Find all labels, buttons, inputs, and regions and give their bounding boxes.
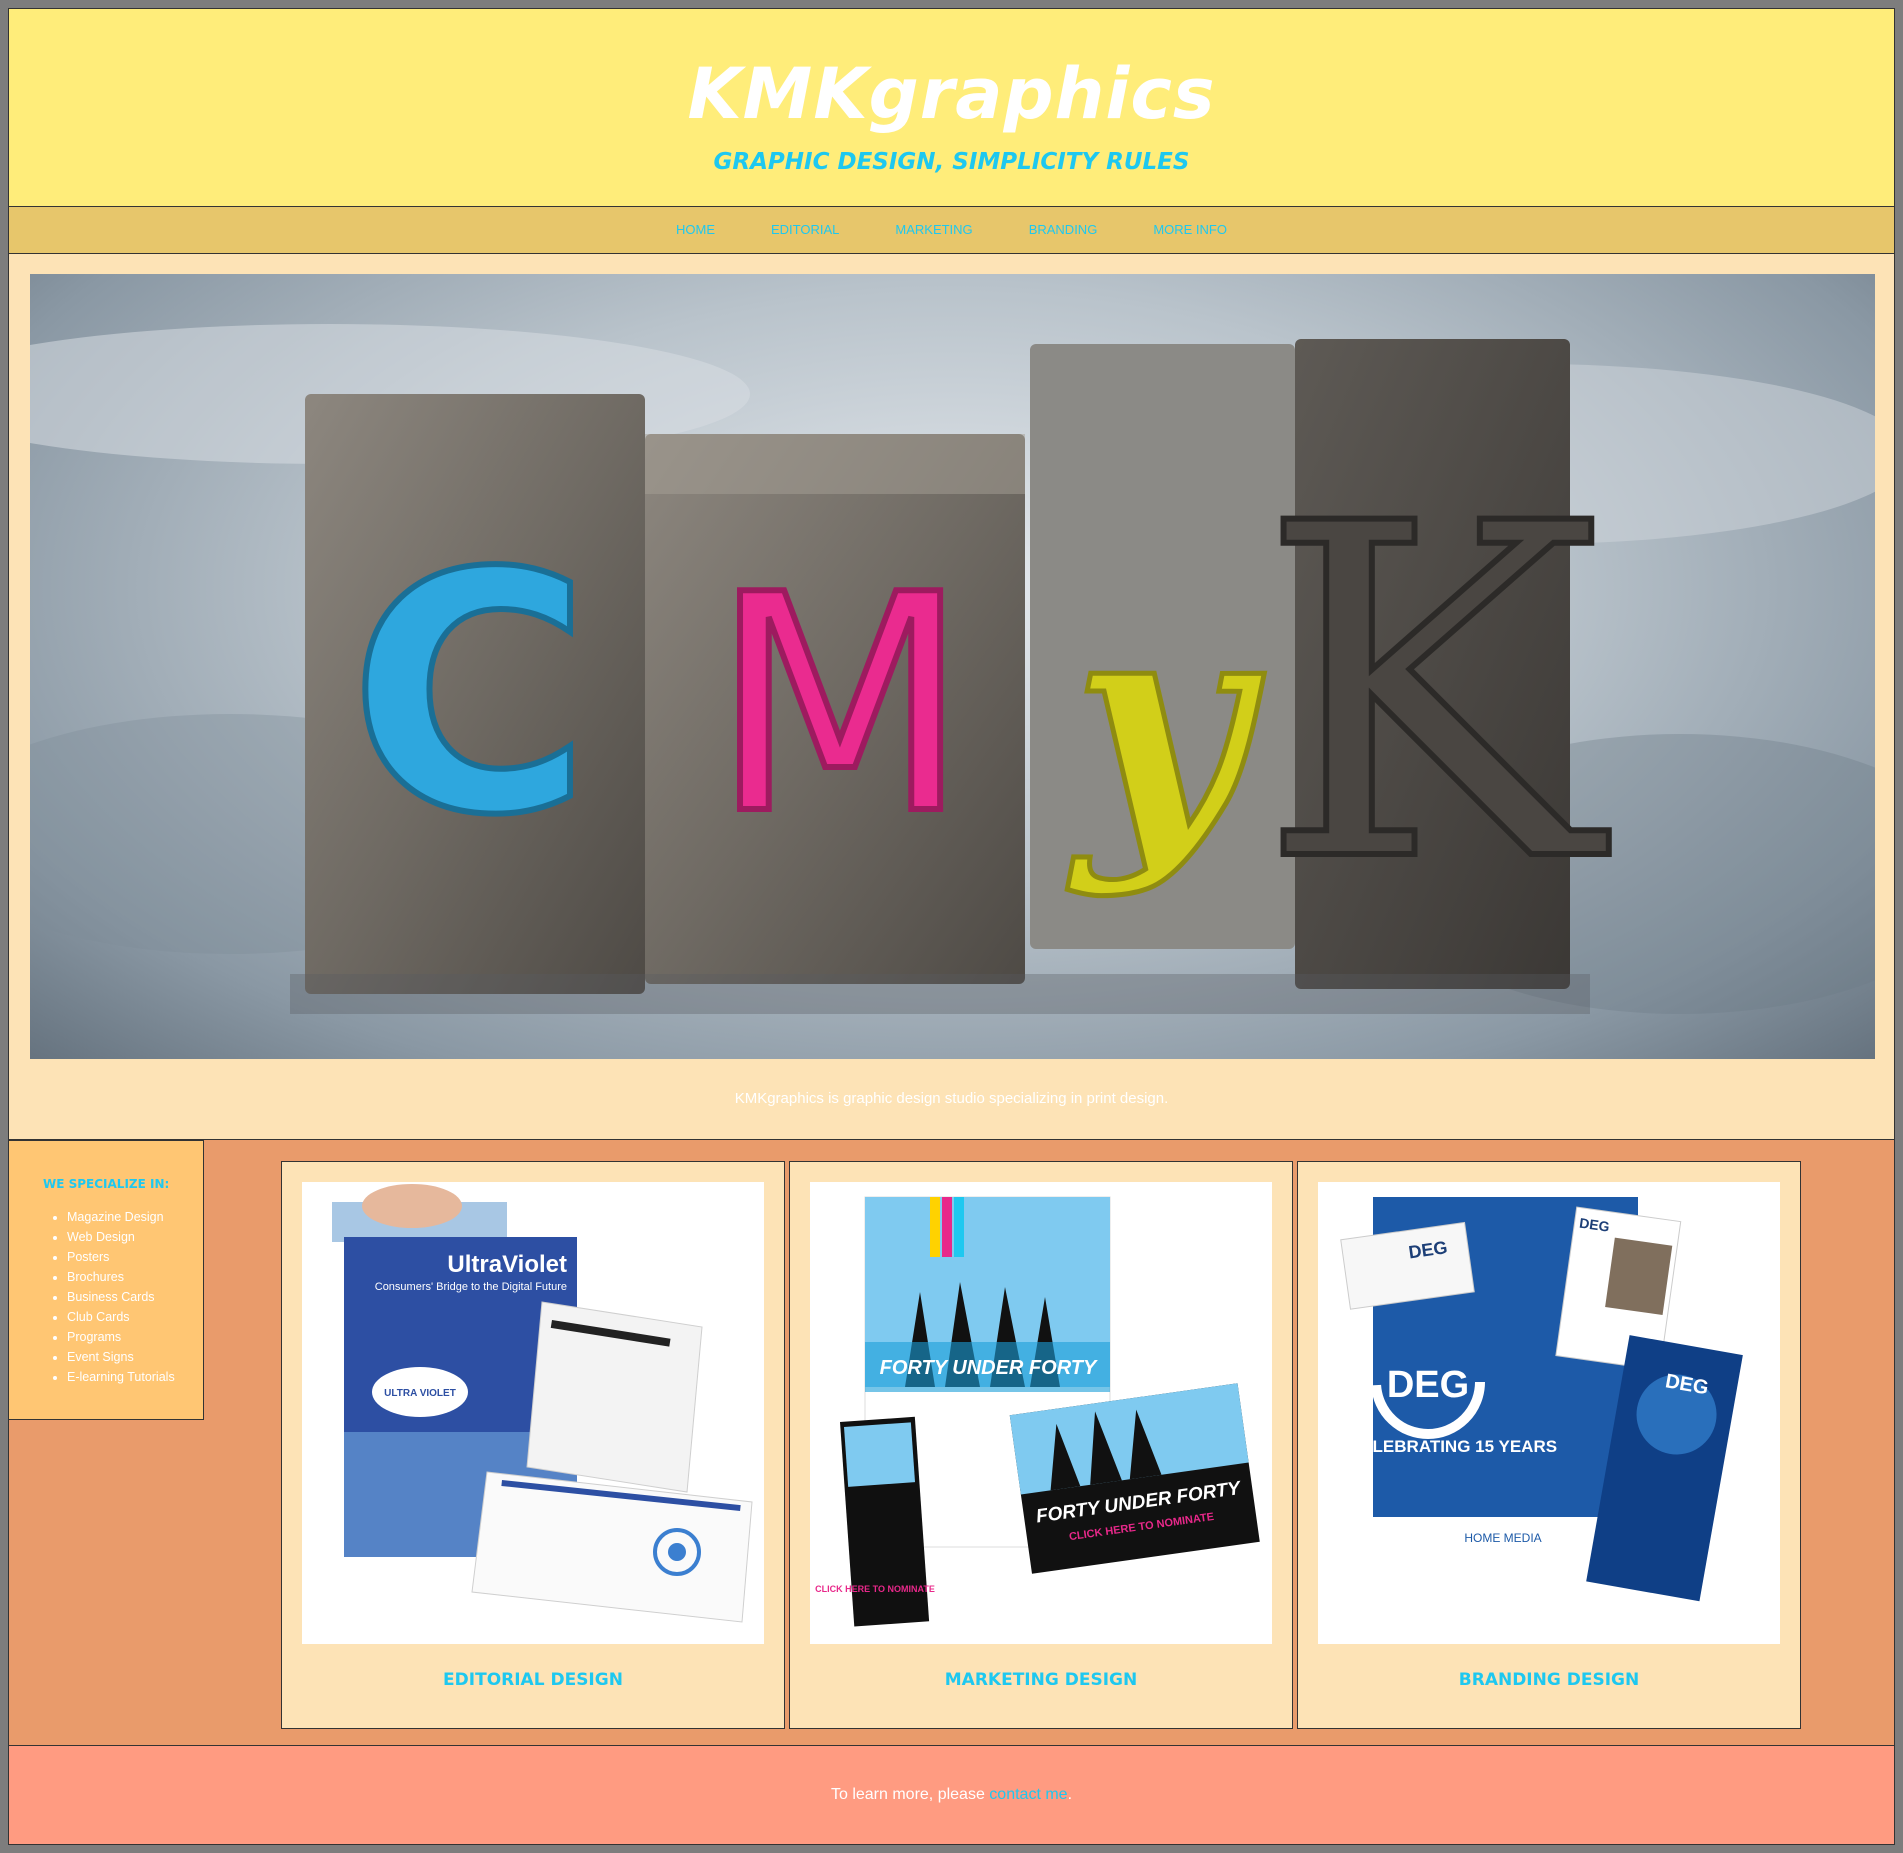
nav-branding[interactable]: BRANDING bbox=[1029, 222, 1098, 237]
editorial-subhead: Consumers' Bridge to the Digital Future bbox=[375, 1281, 567, 1293]
marketing-cta-1: CLICK HERE TO NOMINATE bbox=[815, 1584, 935, 1594]
footer-text: To learn more, please bbox=[830, 1786, 990, 1803]
branding-design-link[interactable]: BRANDING DESIGN bbox=[1298, 1670, 1800, 1690]
marketing-thumbnail[interactable]: FORTY UNDER FORTY CLICK HERE TO NOMINATE… bbox=[810, 1182, 1272, 1644]
list-item: E-learning Tutorials bbox=[67, 1367, 203, 1387]
hero-caption: KMKgraphics is graphic design studio spe… bbox=[734, 1090, 1169, 1107]
cmyk-type-blocks-illustration: C M y K bbox=[30, 324, 1875, 1014]
card-editorial: UltraViolet Consumers' Bridge to the Dig… bbox=[281, 1161, 785, 1729]
hero-image: C M y K bbox=[30, 274, 1875, 1059]
list-item: Programs bbox=[67, 1327, 203, 1347]
letter-y: y bbox=[1063, 547, 1265, 900]
letter-c: C bbox=[349, 503, 591, 887]
nav-home[interactable]: HOME bbox=[676, 222, 715, 237]
sidebar-heading: WE SPECIALIZE IN: bbox=[43, 1177, 170, 1191]
card-marketing: FORTY UNDER FORTY CLICK HERE TO NOMINATE… bbox=[789, 1161, 1293, 1729]
branding-logo-main: DEG bbox=[1387, 1364, 1469, 1406]
nav-more-info[interactable]: MORE INFO bbox=[1153, 222, 1227, 237]
letter-k: K bbox=[1258, 428, 1610, 963]
site-footer: To learn more, please contact me. bbox=[8, 1746, 1895, 1845]
list-item: Brochures bbox=[67, 1267, 203, 1287]
list-item: Web Design bbox=[67, 1227, 203, 1247]
marketing-headline-1: FORTY UNDER FORTY bbox=[880, 1357, 1098, 1379]
contact-link[interactable]: contact me bbox=[989, 1786, 1067, 1803]
portfolio-section: WE SPECIALIZE IN: Magazine Design Web De… bbox=[8, 1140, 1895, 1746]
branding-supplement: HOME MEDIA bbox=[1464, 1531, 1541, 1545]
site-title[interactable]: KMKgraphics bbox=[9, 53, 1894, 135]
nav-editorial[interactable]: EDITORIAL bbox=[771, 222, 839, 237]
editorial-logo: ULTRA VIOLET bbox=[384, 1388, 456, 1399]
letter-m: M bbox=[711, 531, 970, 880]
branding-headline: CELEBRATING 15 YEARS bbox=[1349, 1437, 1557, 1456]
list-item: Posters bbox=[67, 1247, 203, 1267]
editorial-headline: UltraViolet bbox=[447, 1251, 567, 1278]
hero-section: C M y K KMKgraphics is graphic design st… bbox=[8, 254, 1895, 1140]
specialties-sidebar: WE SPECIALIZE IN: Magazine Design Web De… bbox=[9, 1140, 204, 1420]
site-header: KMKgraphics GRAPHIC DESIGN, SIMPLICITY R… bbox=[8, 8, 1895, 207]
card-branding: DEG CELEBRATING 15 YEARS HOME MEDIA DEG … bbox=[1297, 1161, 1801, 1729]
page: KMKgraphics GRAPHIC DESIGN, SIMPLICITY R… bbox=[8, 8, 1895, 1845]
site-tagline: GRAPHIC DESIGN, SIMPLICITY RULES bbox=[713, 149, 1190, 175]
branding-thumbnail[interactable]: DEG CELEBRATING 15 YEARS HOME MEDIA DEG … bbox=[1318, 1182, 1780, 1644]
list-item: Club Cards bbox=[67, 1307, 203, 1327]
nav-marketing[interactable]: MARKETING bbox=[895, 222, 972, 237]
list-item: Event Signs bbox=[67, 1347, 203, 1367]
list-item: Magazine Design bbox=[67, 1207, 203, 1227]
editorial-design-link[interactable]: EDITORIAL DESIGN bbox=[282, 1670, 784, 1690]
footer-period: . bbox=[1067, 1786, 1073, 1803]
specialties-list: Magazine Design Web Design Posters Broch… bbox=[43, 1207, 203, 1387]
editorial-thumbnail[interactable]: UltraViolet Consumers' Bridge to the Dig… bbox=[302, 1182, 764, 1644]
list-item: Business Cards bbox=[67, 1287, 203, 1307]
marketing-design-link[interactable]: MARKETING DESIGN bbox=[790, 1670, 1292, 1690]
main-nav: HOME EDITORIAL MARKETING BRANDING MORE I… bbox=[8, 207, 1895, 254]
